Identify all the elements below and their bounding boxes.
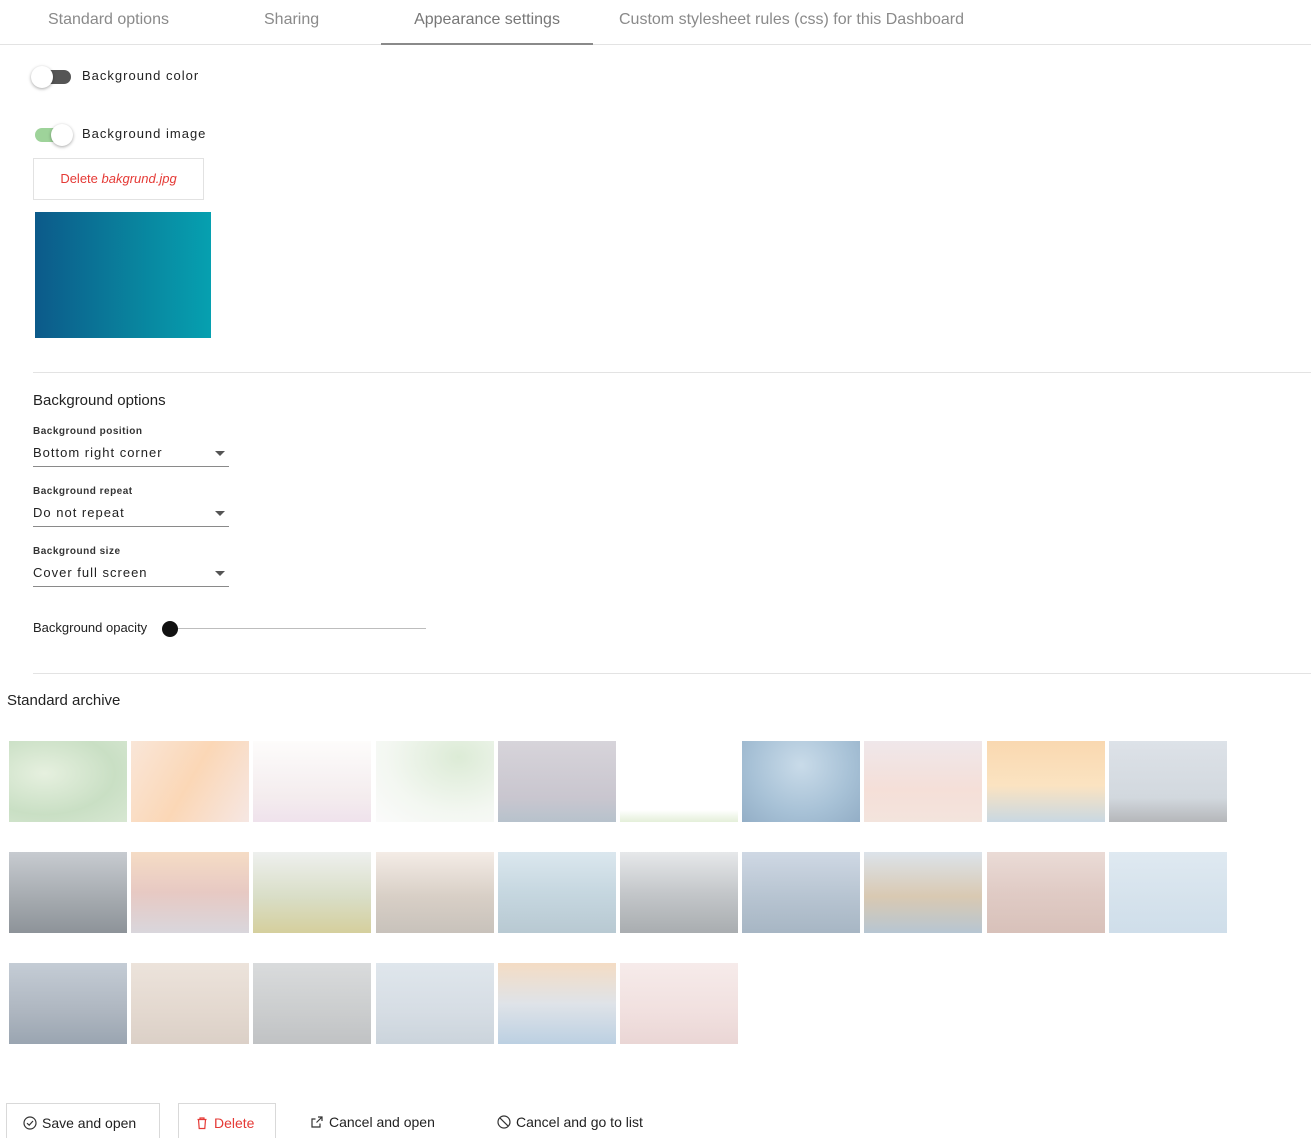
archive-image-thumbnail[interactable] [497,963,616,1044]
background-repeat-select[interactable]: Do not repeat [33,501,229,527]
archive-image-thumbnail[interactable] [742,852,861,933]
tab-sharing[interactable]: Sharing [264,0,319,45]
select-value: Bottom right corner [33,445,163,460]
archive-image-thumbnail[interactable] [375,741,494,822]
archive-image-thumbnail[interactable] [9,741,127,822]
background-opacity-slider-handle[interactable] [162,621,178,637]
archive-image-thumbnail[interactable] [864,852,983,933]
caret-down-icon [215,511,225,516]
tab-appearance-settings[interactable]: Appearance settings [381,0,593,45]
archive-image-thumbnail[interactable] [131,852,250,933]
archive-image-thumbnail[interactable] [375,963,494,1044]
divider [33,673,1311,674]
background-image-preview [35,212,211,338]
tab-standard-options[interactable]: Standard options [48,0,169,45]
archive-image-thumbnail[interactable] [864,741,983,822]
save-and-open-button[interactable]: Save and open [6,1103,160,1138]
archive-image-thumbnail[interactable] [620,963,738,1044]
background-options-title: Background options [33,392,166,409]
divider [33,372,1311,373]
background-size-label: Background size [33,546,121,557]
delete-button[interactable]: Delete [178,1103,276,1138]
background-color-toggle[interactable] [31,64,73,88]
archive-image-thumbnail[interactable] [253,852,372,933]
background-color-label: Background color [82,68,200,83]
archive-image-thumbnail[interactable] [253,741,372,822]
archive-image-thumbnail[interactable] [253,963,372,1044]
background-position-select[interactable]: Bottom right corner [33,441,229,467]
standard-archive-title: Standard archive [7,692,121,709]
archive-image-thumbnail[interactable] [131,963,250,1044]
trash-icon [197,1116,207,1129]
archive-image-thumbnail[interactable] [986,741,1105,822]
file-name: bakgrund.jpg [101,171,177,186]
background-opacity-slider-track[interactable] [170,628,426,629]
cancel-circle-icon [497,1115,511,1129]
external-link-icon [311,1116,323,1128]
cancel-and-open-label: Cancel and open [329,1114,435,1130]
archive-image-thumbnail[interactable] [742,741,861,822]
archive-image-thumbnail[interactable] [375,852,494,933]
archive-image-thumbnail[interactable] [620,852,738,933]
background-size-select[interactable]: Cover full screen [33,561,229,587]
background-repeat-label: Background repeat [33,486,133,497]
delete-prefix: Delete [60,171,98,186]
cancel-and-go-to-list-button[interactable]: Cancel and go to list [497,1103,643,1138]
save-and-open-label: Save and open [42,1114,137,1131]
archive-image-thumbnail[interactable] [1108,741,1227,822]
delete-background-image-button[interactable]: Delete bakgrund.jpg [33,158,204,200]
archive-image-thumbnail[interactable] [9,852,127,933]
select-value: Do not repeat [33,505,125,520]
toggle-knob [31,66,53,88]
archive-image-thumbnail[interactable] [986,852,1105,933]
select-value: Cover full screen [33,565,148,580]
caret-down-icon [215,451,225,456]
archive-image-thumbnail[interactable] [9,963,127,1044]
check-circle-icon [23,1115,37,1130]
archive-image-thumbnail[interactable] [1108,852,1227,933]
cancel-and-go-to-list-label: Cancel and go to list [516,1114,643,1130]
tab-custom-css[interactable]: Custom stylesheet rules (css) for this D… [619,0,964,45]
caret-down-icon [215,571,225,576]
tab-bar: Standard options Sharing Appearance sett… [0,0,1311,45]
background-image-toggle[interactable] [31,122,73,146]
archive-image-thumbnail[interactable] [497,741,616,822]
background-image-label: Background image [82,126,207,141]
background-opacity-label: Background opacity [33,620,148,635]
archive-image-thumbnail[interactable] [131,741,250,822]
cancel-and-open-button[interactable]: Cancel and open [310,1103,435,1138]
background-position-label: Background position [33,426,143,437]
delete-label: Delete [214,1114,255,1131]
toggle-knob [51,124,73,146]
archive-image-thumbnail[interactable] [620,741,738,822]
archive-image-thumbnail[interactable] [497,852,616,933]
